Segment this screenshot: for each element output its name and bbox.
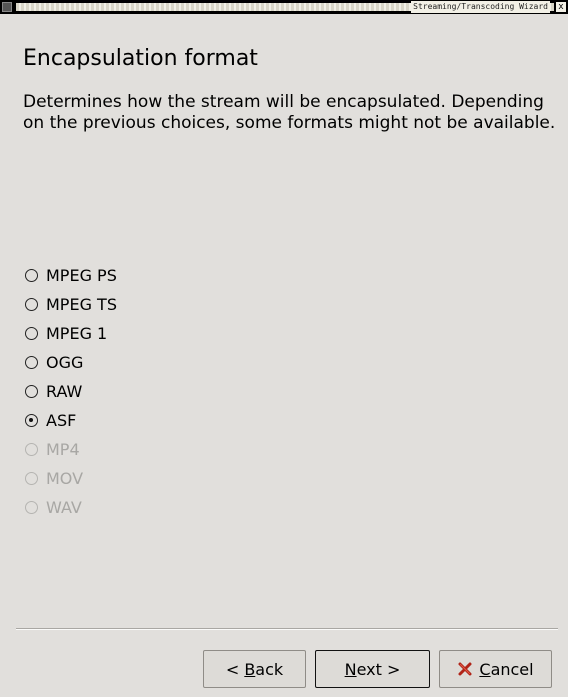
cancel-button-label: Cancel [479, 660, 533, 679]
window-menu-icon[interactable] [2, 2, 12, 12]
format-option-mp4: MP4 [25, 435, 117, 464]
format-option-label: RAW [46, 382, 83, 401]
format-option-ogg[interactable]: OGG [25, 348, 117, 377]
format-option-mpeg-ts[interactable]: MPEG TS [25, 290, 117, 319]
back-mnemonic: B [244, 659, 256, 679]
radio-button[interactable] [25, 327, 38, 340]
cancel-x-icon [457, 661, 473, 677]
cancel-mnemonic: C [479, 659, 491, 679]
back-button-label: < Back [226, 660, 283, 679]
format-option-label: OGG [46, 353, 84, 372]
next-suffix: > [381, 659, 401, 679]
format-option-label: MOV [46, 469, 84, 488]
radio-button[interactable] [25, 385, 38, 398]
format-option-asf[interactable]: ASF [25, 406, 117, 435]
format-option-mpeg-1[interactable]: MPEG 1 [25, 319, 117, 348]
window-title: Streaming/Transcoding Wizard [411, 1, 550, 13]
format-option-raw[interactable]: RAW [25, 377, 117, 406]
back-button[interactable]: < Back [203, 650, 306, 688]
radio-button[interactable] [25, 298, 38, 311]
format-option-label: MPEG PS [46, 266, 117, 285]
format-option-mov: MOV [25, 464, 117, 493]
cancel-button[interactable]: Cancel [439, 650, 552, 688]
format-option-wav: WAV [25, 493, 117, 522]
format-radio-group: MPEG PS MPEG TS MPEG 1 OGG RAW ASF MP4 M… [25, 261, 117, 522]
format-option-label: MP4 [46, 440, 80, 459]
back-prefix: < [225, 659, 245, 679]
format-option-label: MPEG 1 [46, 324, 108, 343]
page-title: Encapsulation format [23, 46, 258, 71]
button-separator [16, 628, 558, 630]
radio-button[interactable] [25, 414, 38, 427]
radio-button [25, 443, 38, 456]
window-titlebar[interactable]: Streaming/Transcoding Wizard x [0, 0, 568, 14]
radio-button [25, 472, 38, 485]
format-option-label: WAV [46, 498, 82, 517]
cancel-rest: ancel [490, 659, 534, 679]
radio-button[interactable] [25, 269, 38, 282]
back-rest: ack [255, 659, 284, 679]
page-description: Determines how the stream will be encaps… [23, 92, 556, 133]
format-option-label: ASF [46, 411, 77, 430]
window-close-button[interactable]: x [556, 2, 566, 12]
radio-button [25, 501, 38, 514]
format-option-mpeg-ps[interactable]: MPEG PS [25, 261, 117, 290]
next-button-label: Next > [345, 660, 401, 679]
next-button[interactable]: Next > [315, 650, 430, 688]
next-rest: ext [356, 659, 382, 679]
next-mnemonic: N [344, 659, 357, 679]
format-option-label: MPEG TS [46, 295, 117, 314]
radio-button[interactable] [25, 356, 38, 369]
